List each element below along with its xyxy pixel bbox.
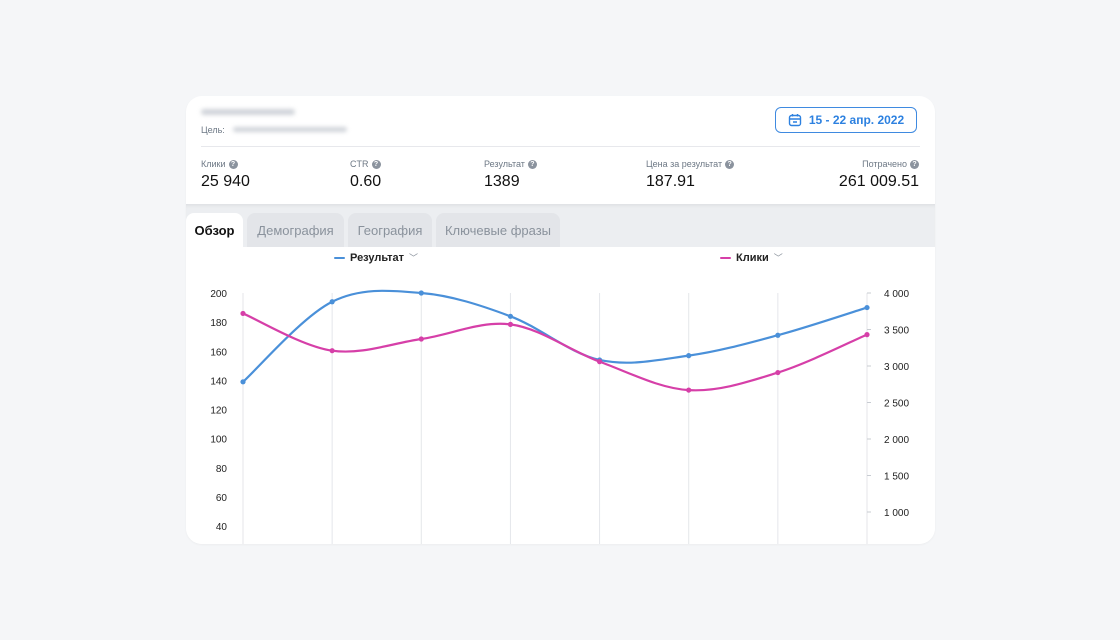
stat-value: 187.91 (646, 173, 695, 190)
stat-value: 0.60 (350, 173, 382, 190)
data-point-result (775, 332, 781, 338)
date-range-button[interactable]: 15 - 22 апр. 2022 (775, 107, 917, 133)
calendar-icon (788, 114, 802, 127)
data-point-result (864, 304, 870, 311)
data-point-result (686, 353, 692, 359)
right-axis-tick-label: 2 500 (884, 399, 909, 410)
stat-ctr: CTR? 0.60 (350, 159, 381, 191)
stat-label: Цена за результат (646, 159, 723, 169)
left-axis-tick-label: 140 (210, 376, 227, 387)
help-icon[interactable]: ? (725, 159, 735, 169)
data-point-result (240, 379, 246, 385)
campaign-header: Цель: 15 - 22 апр. 2022 (186, 96, 935, 146)
data-point-clicks (507, 321, 514, 327)
stat-label: Клики (201, 159, 226, 169)
help-icon[interactable]: ? (371, 159, 381, 169)
stat-result: Результат? 1389 (484, 159, 537, 191)
left-axis-tick-label: 40 (216, 522, 228, 533)
goal-value-redacted (233, 127, 347, 132)
tab-geography[interactable]: География (348, 213, 432, 247)
right-axis-tick-label: 3 500 (884, 326, 909, 337)
right-axis-tick-label: 2 000 (884, 435, 909, 446)
campaign-stats-card: Цель: 15 - 22 апр. 2022 Клики? 25 940 CT… (186, 96, 935, 544)
header-divider (201, 146, 920, 147)
series-line-clicks (241, 312, 869, 392)
data-point-clicks (329, 348, 335, 354)
left-axis-tick-label: 160 (210, 347, 227, 358)
tab-overview[interactable]: Обзор (186, 213, 243, 247)
help-icon[interactable]: ? (910, 159, 919, 169)
left-axis-tick-label: 180 (210, 318, 227, 329)
date-range-label: 15 - 22 апр. 2022 (808, 113, 905, 127)
left-axis-tick-label: 200 (210, 289, 227, 300)
left-axis-tick-label: 80 (216, 464, 228, 475)
right-axis-tick-label: 4 000 (884, 289, 909, 300)
stat-value: 1389 (484, 173, 520, 190)
help-icon[interactable]: ? (228, 159, 238, 169)
stat-value: 25 940 (201, 173, 250, 190)
data-point-result (418, 290, 424, 296)
tab-keywords[interactable]: Ключевые фразы (436, 213, 560, 247)
tab-demography[interactable]: Демография (247, 213, 344, 247)
data-point-clicks (240, 310, 246, 317)
stat-clicks: Клики? 25 940 (201, 159, 250, 191)
chart-area: Результат ﹀ Клики ﹀ 200 180 160 140 120 100 80… (186, 247, 935, 544)
stat-cost-per-result: Цена за результат? 187.91 (646, 159, 735, 191)
stat-value: 261 009.51 (838, 173, 919, 190)
left-axis-tick-label: 120 (210, 406, 227, 417)
campaign-name-redacted (201, 109, 295, 115)
stat-spent: Потрачено? 261 009.51 (839, 159, 919, 191)
stat-label: Результат (484, 159, 525, 169)
data-point-clicks (775, 369, 781, 376)
data-point-clicks (596, 359, 603, 365)
data-point-clicks (418, 336, 424, 342)
series-line-result (241, 289, 869, 383)
right-axis-tick-label: 3 000 (884, 362, 909, 373)
stat-label: CTR (350, 159, 369, 169)
goal-label: Цель: (201, 125, 225, 135)
data-point-clicks (686, 387, 692, 393)
data-point-clicks (864, 332, 870, 338)
left-axis-tick-label: 100 (210, 435, 227, 446)
left-axis-tick-label: 60 (216, 493, 228, 504)
data-point-result (507, 313, 514, 319)
right-axis-tick-label: 1 000 (884, 508, 909, 519)
right-axis-tick-label: 1 500 (884, 472, 909, 483)
stat-label: Потрачено (862, 159, 907, 169)
data-point-result (329, 299, 335, 305)
line-chart: 200 180 160 140 120 100 80 60 40 4 000 3 500 3 000 2… (210, 289, 909, 544)
help-icon[interactable]: ? (527, 159, 537, 169)
